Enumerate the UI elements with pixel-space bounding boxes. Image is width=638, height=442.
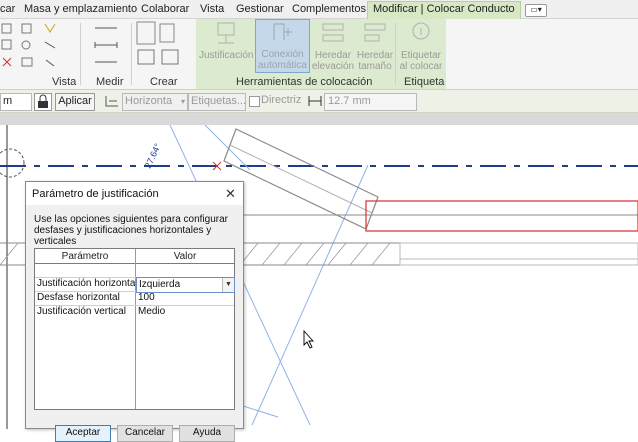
etiquetar-al-colocar-button[interactable]: Etiquetar al colocar [398, 21, 444, 73]
tag-icon [412, 22, 430, 40]
column-header-valor: Valor [136, 250, 234, 264]
directriz-label: Directriz [261, 94, 302, 106]
conexion-automatica-button[interactable]: Conexión automática [255, 19, 310, 73]
conexion-automatica-icon [273, 23, 292, 40]
ribbon-separator [395, 23, 396, 85]
tags-field[interactable]: Etiquetas... [188, 93, 246, 111]
level-field[interactable]: m [0, 93, 32, 111]
guide-line [251, 164, 369, 426]
rotated-duct-edge [229, 144, 373, 214]
directriz-checkbox[interactable] [249, 96, 260, 107]
param-name: Desfase horizontal [37, 292, 120, 303]
heredar-tamano-icon [364, 23, 386, 42]
dialog-description: Use las opciones siguientes para configu… [34, 214, 228, 247]
tab-partial[interactable]: car [0, 2, 15, 18]
heredar-elevacion-icon [322, 23, 344, 42]
orientation-icon [104, 93, 120, 109]
wall-opening [399, 242, 638, 266]
parameter-table: Parámetro Valor Justificación horizontal… [34, 248, 235, 410]
view-divider [0, 113, 638, 125]
dialog-title: Parámetro de justificación [32, 188, 159, 200]
grid-bubble [0, 148, 25, 178]
group-medir-label: Medir [96, 76, 124, 88]
column-divider [135, 249, 136, 409]
chevron-down-icon[interactable]: ▼ [222, 278, 234, 292]
length-icon [307, 93, 323, 109]
heredar-elevacion-button[interactable]: Heredar elevación [311, 21, 355, 73]
dialog-body: Use las opciones siguientes para configu… [26, 205, 243, 442]
tab-gestionar[interactable]: Gestionar [236, 2, 284, 18]
length-field[interactable]: 12.7 mm [324, 93, 417, 111]
options-bar: m Aplicar Horizonta ▾ Etiquetas... Direct… [0, 90, 638, 113]
tab-masa-emplazamiento[interactable]: Masa y emplazamiento [24, 2, 137, 18]
guide-line [239, 404, 279, 418]
lock-icon[interactable] [34, 93, 52, 111]
group-etiqueta-label: Etiqueta [404, 76, 445, 88]
mouse-cursor-icon [303, 329, 315, 349]
param-name: Justificación horizontal [37, 278, 135, 289]
tab-colaborar[interactable]: Colaborar [141, 2, 189, 18]
ribbon-separator [131, 23, 132, 85]
tab-modificar-colocar-conducto[interactable]: Modificar | Colocar Conducto [367, 1, 521, 19]
param-value-field[interactable]: Medio [138, 305, 232, 318]
group-colocacion-label: Herramientas de colocación [236, 76, 373, 88]
column-header-parametro: Parámetro [35, 250, 135, 264]
ribbon-tab-bar: car Masa y emplazamiento Colaborar Vista… [0, 0, 638, 19]
group-vista-label: Vista [52, 76, 77, 88]
param-name: Justificación vertical [37, 306, 126, 317]
panel-toggle-button[interactable]: ▭▾ [525, 4, 547, 17]
heredar-tamano-button[interactable]: Heredar tamaño [356, 21, 394, 73]
group-crear-label: Crear [150, 76, 178, 88]
justificacion-button[interactable]: Justificación [199, 21, 253, 73]
chevron-down-icon: ▾ [180, 97, 185, 106]
orientation-select[interactable]: Horizonta ▾ [122, 93, 188, 111]
close-icon[interactable]: ✕ [225, 186, 236, 202]
tab-vista[interactable]: Vista [200, 2, 224, 18]
param-value-field[interactable]: 100 [138, 291, 232, 304]
ayuda-button[interactable]: Ayuda [179, 425, 235, 442]
select-value: Izquierda [139, 279, 181, 290]
ribbon-separator [80, 23, 81, 85]
justificacion-icon [217, 22, 235, 44]
aplicar-button[interactable]: Aplicar [55, 93, 95, 111]
justification-dialog: Parámetro de justificación ✕ Use las opc… [25, 181, 244, 442]
tab-complementos[interactable]: Complementos [292, 2, 366, 18]
cancelar-button[interactable]: Cancelar [117, 425, 173, 442]
ribbon-small-tools [1, 21, 179, 67]
selected-duct [365, 200, 638, 232]
aceptar-button[interactable]: Aceptar [55, 425, 111, 442]
